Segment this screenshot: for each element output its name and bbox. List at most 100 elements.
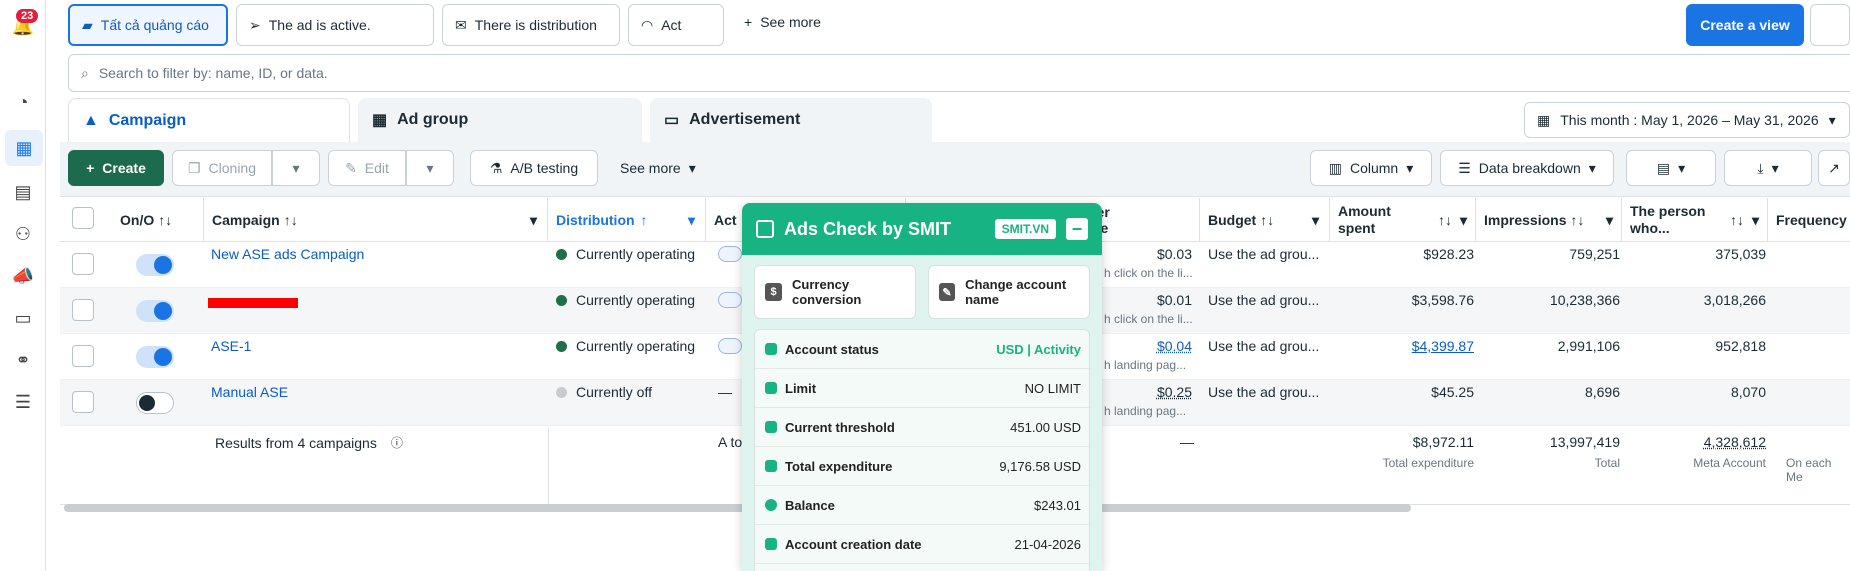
chart-button[interactable]: ↗ <box>1818 150 1850 186</box>
row-checkbox[interactable] <box>72 345 94 367</box>
results-summary: Results from 4 campaigns ⓘ <box>215 434 403 451</box>
tab-campaign[interactable]: ▲ Campaign <box>68 98 350 142</box>
clone-icon: ❐ <box>187 159 201 176</box>
tab-advertisement[interactable]: ▭ Advertisement <box>650 98 932 142</box>
impressions-value: 2,991,106 <box>1557 338 1620 354</box>
reach-value: 3,018,266 <box>1703 292 1766 308</box>
send-icon: ➢ <box>249 16 261 33</box>
filter-active[interactable]: ➢ The ad is active. <box>236 4 434 46</box>
date-range-picker[interactable]: ▦ This month : May 1, 2026 – May 31, 2026… <box>1524 102 1850 138</box>
campaign-toggle[interactable] <box>136 392 174 414</box>
row-checkbox[interactable] <box>72 253 94 275</box>
status-dot <box>556 386 567 398</box>
totals-impressions: 13,997,419 <box>1549 434 1620 450</box>
pages-icon[interactable]: ▤ <box>9 178 37 206</box>
row-checkbox[interactable] <box>72 299 94 321</box>
col-distribution[interactable]: Distribution ↑ ▾ <box>548 198 706 242</box>
result-type: h landing pag... <box>1104 358 1187 372</box>
amount-spent: $3,598.76 <box>1411 292 1474 308</box>
column-button[interactable]: ▥ Column ▾ <box>1310 150 1432 186</box>
horizontal-scrollbar[interactable] <box>64 504 1411 512</box>
pencil-icon: ✎ <box>345 159 357 176</box>
totals-reach: 4,328,612 <box>1703 434 1766 450</box>
campaign-toggle[interactable] <box>136 300 174 322</box>
wallet-icon <box>765 460 777 472</box>
minimize-icon[interactable]: − <box>1066 218 1088 240</box>
reach-value: 8,070 <box>1730 384 1766 400</box>
chevron-down-icon: ▾ <box>426 159 434 176</box>
menu-icon[interactable]: ☰ <box>9 388 37 416</box>
calendar-icon <box>765 538 777 550</box>
redacted-campaign-name <box>208 298 298 308</box>
campaign-toggle[interactable] <box>136 254 174 276</box>
chevron-down-icon: ▾ <box>1588 159 1596 176</box>
table-icon[interactable]: ▦ <box>5 130 43 166</box>
brand-badge[interactable]: SMIT.VN <box>994 219 1056 239</box>
select-all-checkbox[interactable] <box>72 207 94 229</box>
reports-button[interactable]: ▤ ▾ <box>1626 150 1716 186</box>
panel-logo-icon <box>756 220 774 238</box>
breakdown-button[interactable]: ☰ Data breakdown ▾ <box>1440 150 1614 186</box>
change-account-name-button[interactable]: ✎ Change account name <box>928 265 1090 319</box>
cloning-button[interactable]: ❐ Cloning <box>172 150 272 186</box>
account-info-list: Account status USD | Activity Limit NO LIM… <box>754 329 1091 571</box>
amount-spent: $4,399.87 <box>1411 338 1474 354</box>
filters-more[interactable]: + See more <box>744 14 821 30</box>
pen-icon: ✎ <box>939 283 956 301</box>
col-frequency[interactable]: Frequency <box>1768 198 1850 242</box>
chevron-down-icon: ▾ <box>1311 211 1319 228</box>
export-button[interactable]: ⤓ ▾ <box>1724 150 1812 186</box>
action-pill-icon[interactable] <box>718 246 742 262</box>
edit-button[interactable]: ✎ Edit <box>328 150 406 186</box>
totals-cpr: — <box>1180 434 1194 450</box>
row-checkbox[interactable] <box>72 391 94 413</box>
col-amount-spent[interactable]: Amount spent ↑↓ ▾ <box>1330 198 1476 242</box>
folder-icon: ▰ <box>82 16 93 33</box>
totals-spent-label: Total expenditure <box>1382 456 1474 470</box>
chevron-down-icon: ▾ <box>529 211 537 228</box>
budget-value: Use the ad grou... <box>1208 384 1320 400</box>
filter-all-ads[interactable]: ▰ Tất cả quảng cáo <box>68 4 228 46</box>
filter-act[interactable]: ◠ Act <box>628 4 724 46</box>
col-campaign[interactable]: Campaign ↑↓ ▾ <box>204 198 548 242</box>
filter-distribution[interactable]: ✉ There is distribution <box>442 4 620 46</box>
audience-icon[interactable]: ⚇ <box>9 220 37 248</box>
limit-row: Limit NO LIMIT <box>755 369 1091 408</box>
megaphone-icon[interactable]: 📣 <box>9 262 37 290</box>
info-icon[interactable]: ⓘ <box>391 434 403 451</box>
campaign-name-link[interactable]: ASE-1 <box>211 338 251 354</box>
flask-icon: ⚗ <box>489 159 503 176</box>
cloning-dropdown[interactable]: ▾ <box>272 150 320 186</box>
network-icon[interactable]: ⚭ <box>9 346 37 374</box>
result-type: h click on the li... <box>1104 266 1193 280</box>
cost-per-result: $0.25 <box>1156 384 1192 400</box>
budget-value: Use the ad grou... <box>1208 292 1320 308</box>
panel-header: Ads Check by SMIT SMIT.VN − <box>742 203 1102 255</box>
action-pill-icon[interactable] <box>718 292 742 308</box>
campaign-name-link[interactable]: Manual ASE <box>211 384 288 400</box>
action-pill-icon[interactable] <box>718 338 742 354</box>
col-budget[interactable]: Budget ↑↓ ▾ <box>1200 198 1330 242</box>
search-input[interactable]: Search to filter by: name, ID, or data. <box>99 65 328 81</box>
campaign-toggle[interactable] <box>136 346 174 368</box>
col-impressions[interactable]: Impressions ↑↓ ▾ <box>1476 198 1622 242</box>
cost-per-result: $0.04 <box>1156 338 1192 354</box>
tab-adgroup[interactable]: ▦ Ad group <box>358 98 642 142</box>
coin-icon <box>765 499 777 511</box>
see-more-button[interactable]: See more ▾ <box>620 160 696 177</box>
create-button[interactable]: + Create <box>68 150 164 186</box>
chevron-down-icon: ▾ <box>1605 211 1613 228</box>
ab-testing-button[interactable]: ⚗ A/B testing <box>470 150 598 186</box>
search-bar[interactable]: ⌕ Search to filter by: name, ID, or data… <box>68 54 1850 92</box>
create-view-button[interactable]: Create a view <box>1686 4 1804 46</box>
billing-icon[interactable]: ▭ <box>9 304 37 332</box>
creation-date-row: Account creation date 21-04-2026 <box>755 525 1091 564</box>
col-onoff[interactable]: On/O ↑↓ <box>112 198 204 242</box>
settings-slider-icon[interactable] <box>1810 4 1850 46</box>
plus-icon: + <box>744 14 753 30</box>
campaign-name-link[interactable]: New ASE ads Campaign <box>211 246 364 262</box>
currency-conversion-button[interactable]: $ Currency conversion <box>754 265 916 319</box>
dashboard-icon[interactable]: ◔ <box>9 88 37 116</box>
edit-dropdown[interactable]: ▾ <box>406 150 454 186</box>
col-reach[interactable]: The person who... ↑↓ ▾ <box>1622 198 1768 242</box>
